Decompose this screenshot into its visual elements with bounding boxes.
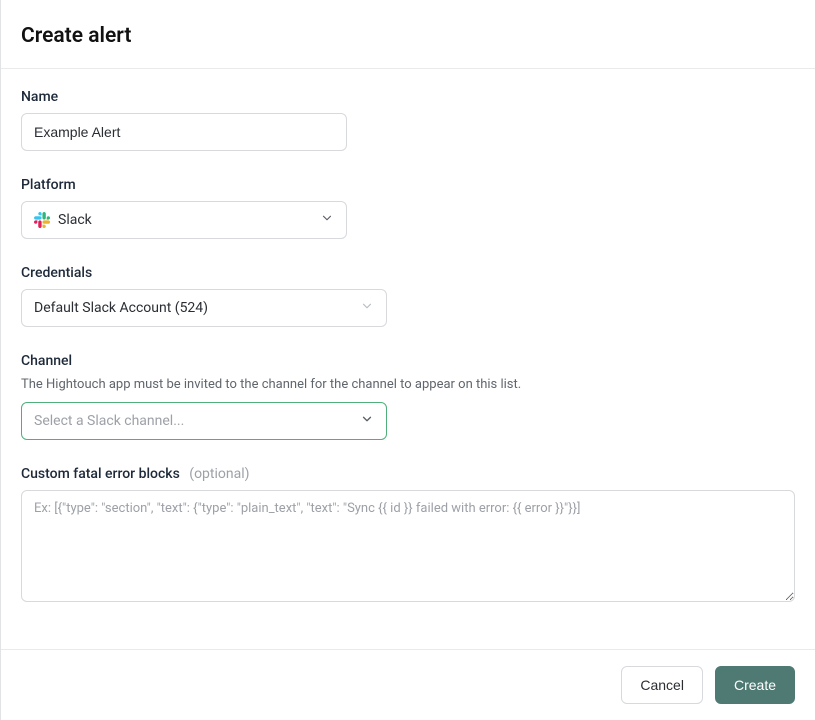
- field-group-name: Name: [21, 89, 795, 151]
- create-button[interactable]: Create: [715, 666, 795, 704]
- custom-blocks-textarea[interactable]: [21, 490, 795, 602]
- platform-select[interactable]: Slack: [21, 201, 347, 239]
- field-group-custom-blocks: Custom fatal error blocks (optional): [21, 466, 795, 606]
- page-header: Create alert: [1, 0, 815, 69]
- name-input[interactable]: [21, 113, 347, 151]
- slack-icon: [34, 212, 50, 228]
- field-group-credentials: Credentials Default Slack Account (524): [21, 265, 795, 327]
- optional-tag: (optional): [189, 466, 249, 482]
- page-title: Create alert: [21, 24, 795, 48]
- field-group-platform: Platform Slack: [21, 177, 795, 239]
- custom-blocks-label-text: Custom fatal error blocks: [21, 466, 180, 482]
- channel-select[interactable]: Select a Slack channel...: [21, 402, 387, 440]
- channel-help: The Hightouch app must be invited to the…: [21, 377, 795, 392]
- chevron-down-icon: [360, 299, 374, 317]
- form-body: Name Platform Slack: [1, 69, 815, 606]
- name-label: Name: [21, 89, 795, 105]
- cancel-button[interactable]: Cancel: [621, 666, 703, 704]
- footer-bar: Cancel Create: [1, 649, 815, 720]
- channel-placeholder: Select a Slack channel...: [34, 413, 184, 429]
- credentials-value: Default Slack Account (524): [34, 300, 208, 316]
- chevron-down-icon: [360, 412, 374, 430]
- platform-value: Slack: [58, 212, 92, 228]
- field-group-channel: Channel The Hightouch app must be invite…: [21, 353, 795, 440]
- chevron-down-icon: [320, 211, 334, 229]
- custom-blocks-label: Custom fatal error blocks (optional): [21, 466, 795, 482]
- credentials-label: Credentials: [21, 265, 795, 281]
- channel-label: Channel: [21, 353, 795, 369]
- platform-label: Platform: [21, 177, 795, 193]
- credentials-select[interactable]: Default Slack Account (524): [21, 289, 387, 327]
